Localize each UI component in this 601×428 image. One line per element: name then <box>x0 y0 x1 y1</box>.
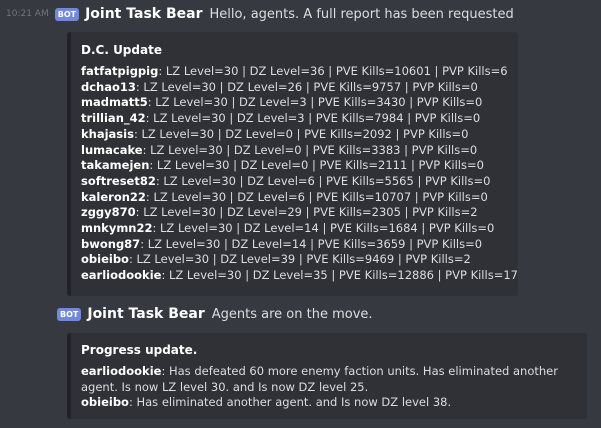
report-row: zggy870: LZ Level=30 | DZ Level=29 | PVE… <box>81 205 514 221</box>
message-header: 10:21 AM BOT Joint Task Bear Hello, agen… <box>6 6 514 22</box>
agent-name: earliodookie <box>81 364 162 378</box>
agent-name: kaleron22 <box>81 189 146 204</box>
agent-stats: : LZ Level=30 | DZ Level=0 | PVE Kills=2… <box>149 158 484 173</box>
agent-name: obieibo <box>81 395 129 409</box>
report-row: earliodookie: LZ Level=30 | DZ Level=35 … <box>81 268 518 284</box>
message-timestamp: 10:21 AM <box>6 9 49 19</box>
message-content: Agents are on the move. <box>211 306 373 322</box>
agent-name: earliodookie <box>81 268 162 283</box>
agent-name: mnkymn22 <box>81 221 153 236</box>
report-row: obieibo: LZ Level=30 | DZ Level=39 | PVE… <box>81 252 514 268</box>
agent-stats: : LZ Level=30 | DZ Level=36 | PVE Kills=… <box>158 64 508 78</box>
agent-name: trillian_42 <box>81 111 146 126</box>
message-content: Hello, agents. A full report has been re… <box>209 6 514 22</box>
agent-name: takamejen <box>81 158 150 173</box>
report-row: lumacake: LZ Level=30 | DZ Level=0 | PVE… <box>81 143 514 159</box>
report-row: fatfatpigpig: LZ Level=30 | DZ Level=36 … <box>81 64 514 80</box>
agent-name: lumacake <box>81 142 143 157</box>
agent-stats: : LZ Level=30 | DZ Level=3 | PVE Kills=7… <box>145 111 481 126</box>
agent-name: zggy870 <box>81 205 136 220</box>
bot-badge: BOT <box>57 307 82 321</box>
message-header: BOT Joint Task Bear Agents are on the mo… <box>57 306 373 322</box>
embed-title: D.C. Update <box>81 43 162 57</box>
agent-stats: : LZ Level=30 | DZ Level=6 | PVE Kills=1… <box>145 189 488 204</box>
report-row: khajasis: LZ Level=30 | DZ Level=0 | PVE… <box>81 127 514 143</box>
agent-stats: : LZ Level=30 | DZ Level=6 | PVE Kills=5… <box>155 173 491 188</box>
progress-text: : Has defeated 60 more enemy faction uni… <box>161 364 558 378</box>
bot-badge: BOT <box>54 7 80 21</box>
agent-name: dchao13 <box>81 79 136 94</box>
progress-rows: earliodookie: Has defeated 60 more enemy… <box>81 364 583 411</box>
progress-row: earliodookie: Has defeated 60 more enemy… <box>81 364 583 380</box>
agent-stats: : LZ Level=30 | DZ Level=14 | PVE Kills=… <box>152 221 495 236</box>
report-rows: fatfatpigpig: LZ Level=30 | DZ Level=36 … <box>81 64 518 284</box>
report-embed: D.C. Update fatfatpigpig: LZ Level=30 | … <box>67 32 518 296</box>
report-row: trillian_42: LZ Level=30 | DZ Level=3 | … <box>81 111 514 127</box>
author-name[interactable]: Joint Task Bear <box>87 306 204 322</box>
author-name[interactable]: Joint Task Bear <box>85 6 202 22</box>
report-row: bwong87: LZ Level=30 | DZ Level=14 | PVE… <box>81 237 514 253</box>
agent-stats: : LZ Level=30 | DZ Level=0 | PVE Kills=2… <box>133 126 469 141</box>
report-row: dchao13: LZ Level=30 | DZ Level=26 | PVE… <box>81 80 514 96</box>
agent-stats: : LZ Level=30 | DZ Level=3 | PVE Kills=3… <box>147 95 483 110</box>
progress-text: : Has eliminated another agent. and Is n… <box>128 395 452 409</box>
agent-name: khajasis <box>81 126 134 141</box>
agent-stats: : LZ Level=30 | DZ Level=29 | PVE Kills=… <box>135 205 478 220</box>
progress-embed: Progress update. earliodookie: Has defea… <box>67 333 587 419</box>
agent-name: obieibo <box>81 252 129 267</box>
agent-name: fatfatpigpig <box>81 64 159 78</box>
progress-row-continued: agent. Is now LZ level 30. and Is now DZ… <box>81 379 369 394</box>
report-row: madmatt5: LZ Level=30 | DZ Level=3 | PVE… <box>81 95 514 111</box>
progress-row: obieibo: Has eliminated another agent. a… <box>81 395 583 411</box>
report-row: mnkymn22: LZ Level=30 | DZ Level=14 | PV… <box>81 221 514 237</box>
agent-stats: : LZ Level=30 | DZ Level=14 | PVE Kills=… <box>140 236 483 251</box>
agent-name: madmatt5 <box>81 95 148 110</box>
embed-title: Progress update. <box>81 343 198 357</box>
agent-stats: : LZ Level=30 | DZ Level=39 | PVE Kills=… <box>128 252 471 267</box>
report-row: takamejen: LZ Level=30 | DZ Level=0 | PV… <box>81 158 514 174</box>
agent-stats: : LZ Level=30 | DZ Level=35 | PVE Kills=… <box>161 268 518 283</box>
report-row: softreset82: LZ Level=30 | DZ Level=6 | … <box>81 174 514 190</box>
agent-stats: : LZ Level=30 | DZ Level=26 | PVE Kills=… <box>135 79 478 94</box>
report-row: kaleron22: LZ Level=30 | DZ Level=6 | PV… <box>81 190 514 206</box>
agent-name: bwong87 <box>81 236 141 251</box>
agent-name: softreset82 <box>81 173 156 188</box>
agent-stats: : LZ Level=30 | DZ Level=0 | PVE Kills=3… <box>142 142 478 157</box>
